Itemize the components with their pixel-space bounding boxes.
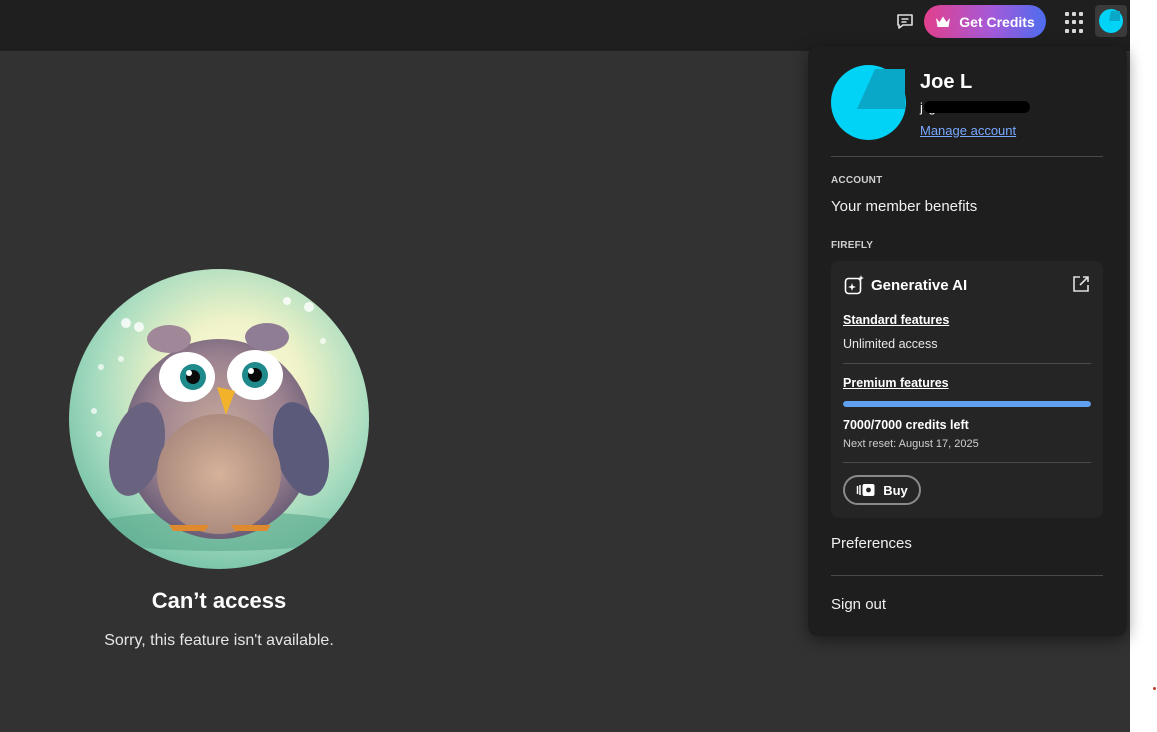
owl-illustration <box>69 269 369 569</box>
generative-ai-card: Generative AI Standard features Unlimite… <box>831 261 1103 518</box>
account-section-label: ACCOUNT <box>831 175 883 186</box>
feedback-button[interactable] <box>893 10 917 32</box>
error-title: Can’t access <box>151 588 287 613</box>
app-switcher-button[interactable] <box>1064 11 1088 35</box>
premium-features-link[interactable]: Premium features <box>843 376 949 390</box>
credits-progress-fill <box>843 401 1091 407</box>
credits-icon <box>856 484 875 496</box>
get-credits-button[interactable]: Get Credits <box>924 5 1046 38</box>
chat-bubble-icon <box>897 13 913 29</box>
profile-avatar-button[interactable] <box>1095 5 1127 37</box>
crown-icon <box>936 16 951 27</box>
account-panel: Joe L j g m Manage account ACCOUNT Your … <box>808 46 1127 636</box>
generative-ai-title: Generative AI <box>871 277 968 294</box>
divider <box>831 156 1103 157</box>
get-credits-label: Get Credits <box>959 13 1035 30</box>
grid-dot-icon <box>1065 12 1069 16</box>
standard-features-link[interactable]: Standard features <box>843 313 949 327</box>
card-divider <box>843 462 1091 463</box>
standard-access-text: Unlimited access <box>843 337 938 351</box>
credits-left-text: 7000/7000 credits left <box>843 418 969 432</box>
top-bar: Get Credits <box>0 0 1130 51</box>
owl-image <box>69 269 369 569</box>
next-reset-text: Next reset: August 17, 2025 <box>843 438 979 450</box>
credits-progress-bar <box>843 401 1091 407</box>
profile-avatar-large <box>831 65 906 140</box>
firefly-section-label: FIREFLY <box>831 240 874 251</box>
marker-dot <box>1153 687 1156 690</box>
app-canvas: Get Credits Can’t access Sorry, this fea… <box>0 0 1130 732</box>
generative-ai-icon <box>844 275 864 295</box>
buy-button[interactable]: Buy <box>843 475 921 505</box>
user-name: Joe L <box>920 71 973 93</box>
email-redaction <box>924 101 1030 113</box>
member-benefits-link[interactable]: Your member benefits <box>831 198 977 215</box>
preferences-link[interactable]: Preferences <box>831 535 912 552</box>
manage-account-link[interactable]: Manage account <box>920 123 1016 138</box>
sign-out-link[interactable]: Sign out <box>831 596 886 613</box>
error-message: Sorry, this feature isn't available. <box>104 632 334 649</box>
card-divider <box>843 363 1091 364</box>
divider <box>831 575 1103 576</box>
buy-label: Buy <box>883 482 908 498</box>
external-link-icon[interactable] <box>1072 275 1090 293</box>
avatar-icon <box>1099 9 1123 33</box>
